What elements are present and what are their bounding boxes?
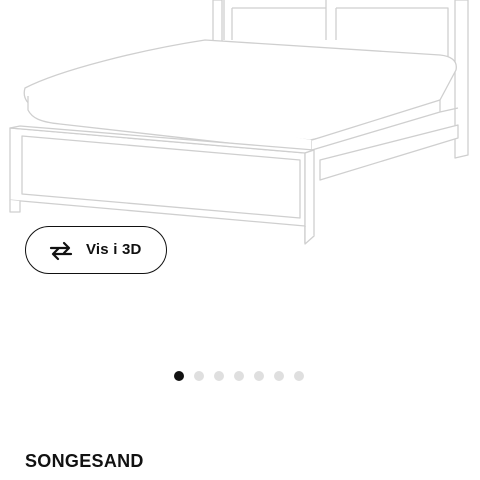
carousel-dot-6[interactable] xyxy=(274,371,284,381)
product-name: SONGESAND xyxy=(25,451,144,471)
carousel-dots xyxy=(174,370,304,382)
bed-image xyxy=(9,0,469,245)
carousel-dot-4[interactable] xyxy=(234,371,244,381)
carousel-dot-1[interactable] xyxy=(174,371,184,381)
carousel-dot-2[interactable] xyxy=(194,371,204,381)
carousel-dot-3[interactable] xyxy=(214,371,224,381)
product-image[interactable] xyxy=(0,0,480,250)
carousel-dot-7[interactable] xyxy=(294,371,304,381)
carousel-dot-5[interactable] xyxy=(254,371,264,381)
view-in-3d-label: Vis i 3D xyxy=(86,241,142,258)
view-in-3d-button[interactable]: Vis i 3D xyxy=(25,226,167,274)
rotate-3d-icon xyxy=(48,239,74,263)
